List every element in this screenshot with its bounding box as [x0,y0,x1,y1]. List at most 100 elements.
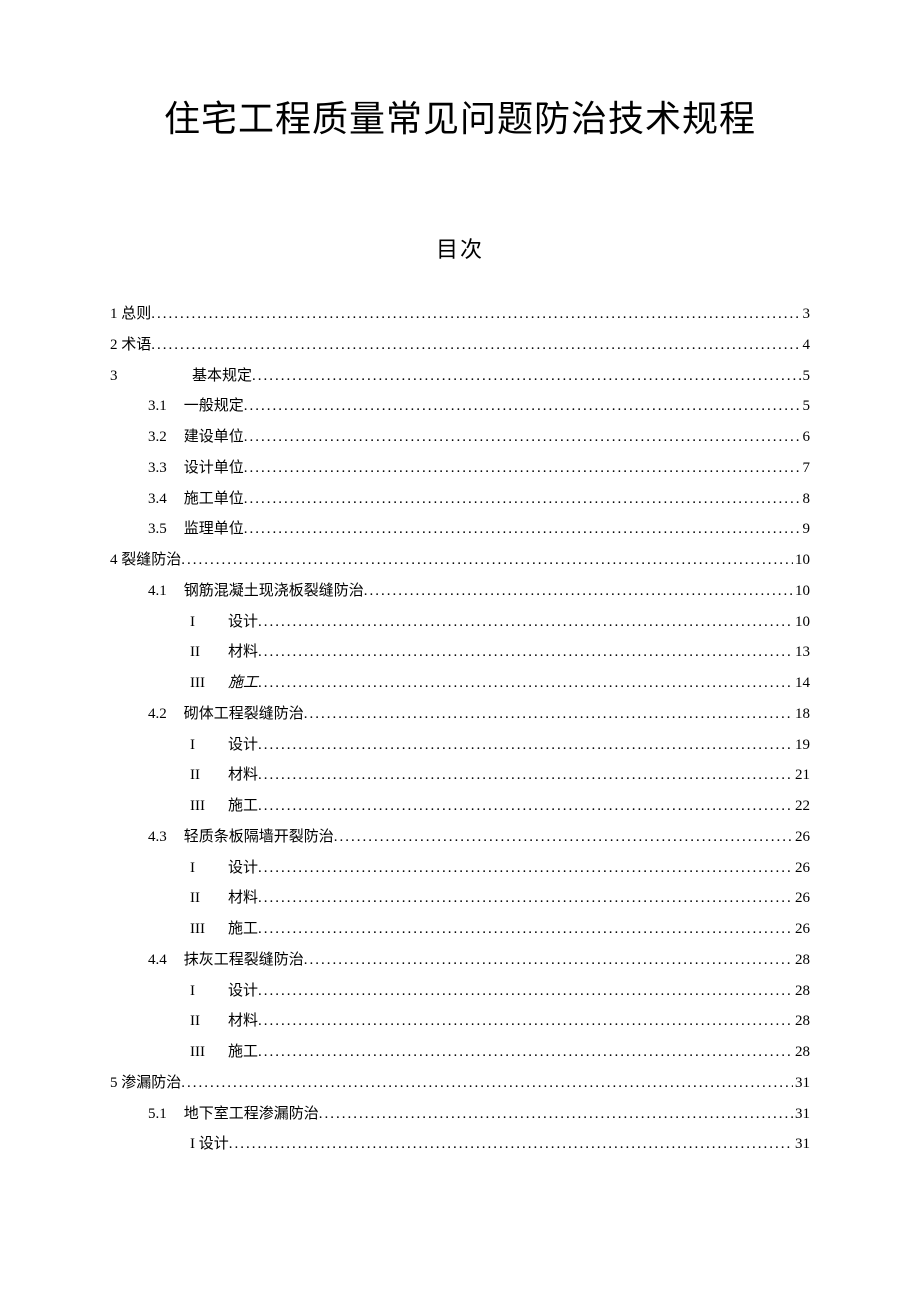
toc-entry: 4.1 钢筋混凝土现浇板裂缝防治 10 [110,576,810,607]
toc-leaders [258,637,793,668]
toc-entry: 2 术语 4 [110,330,810,361]
toc-leaders [244,422,801,453]
toc-page-number: 6 [801,422,811,453]
toc-label: II材料 [190,883,258,914]
toc-entry: 1 总则3 [110,299,810,330]
toc-entry: I设计 26 [110,853,810,884]
toc-page-number: 8 [801,484,811,515]
toc-entry: 3基本规定 5 [110,361,810,392]
toc-label: I设计 [190,730,258,761]
toc-entry: III施工14 [110,668,810,699]
toc-label: I设计 [190,976,258,1007]
toc-page-number: 4 [801,330,811,361]
document-title: 住宅工程质量常见问题防治技术规程 [110,90,810,142]
toc-label: 5 渗漏防治 [110,1068,181,1099]
toc-label: I设计 [190,853,258,884]
toc-leaders [334,822,793,853]
toc-label: 4 裂缝防治 [110,545,181,576]
toc-page-number: 31 [793,1068,810,1099]
toc-page-number: 31 [793,1129,810,1160]
toc-label: 2 术语 [110,330,151,361]
toc-entry: 4.2 砌体工程裂缝防治 18 [110,699,810,730]
toc-leaders [258,883,793,914]
toc-entry: II材料 28 [110,1006,810,1037]
toc-leaders [319,1099,793,1130]
toc-entry: 4.4 抹灰工程裂缝防治 28 [110,945,810,976]
toc-label: II材料 [190,760,258,791]
toc-leaders [258,1006,793,1037]
toc-label: 4.4 抹灰工程裂缝防治 [148,945,304,976]
toc-leaders [364,576,793,607]
toc-page-number: 26 [793,914,810,945]
toc-page-number: 19 [793,730,810,761]
toc-page-number: 5 [801,391,811,422]
toc-entry: III施工 28 [110,1037,810,1068]
toc-page-number: 26 [793,883,810,914]
toc-label: 3.1 一般规定 [148,391,244,422]
toc-label: III施工 [190,1037,258,1068]
toc-entry: I 设计 31 [110,1129,810,1160]
toc-entry: III施工 22 [110,791,810,822]
toc-page-number: 28 [793,1037,810,1068]
toc-entry: II材料 26 [110,883,810,914]
toc-page-number: 28 [793,945,810,976]
toc-leaders [258,668,793,699]
toc-entry: 4.3 轻质条板隔墙开裂防治 26 [110,822,810,853]
toc-label: I 设计 [190,1129,229,1160]
toc-entry: 5.1 地下室工程渗漏防治 31 [110,1099,810,1130]
toc-entry: 3.2 建设单位 6 [110,422,810,453]
toc-page-number: 10 [793,545,810,576]
toc-leaders [258,730,793,761]
toc-leaders [244,484,801,515]
toc-label: 3.3 设计单位 [148,453,244,484]
toc-label: 3.4 施工单位 [148,484,244,515]
toc-leaders [244,514,801,545]
toc-page-number: 10 [793,576,810,607]
toc-page-number: 3 [801,299,811,330]
toc-label: 4.3 轻质条板隔墙开裂防治 [148,822,334,853]
toc-leaders [258,853,793,884]
toc-label: III施工 [190,791,258,822]
toc-leaders [151,330,800,361]
toc-leaders [181,1068,793,1099]
toc-heading: 目次 [110,232,810,264]
toc-entry: II材料 21 [110,760,810,791]
toc-page-number: 9 [801,514,811,545]
toc-label: 3.2 建设单位 [148,422,244,453]
toc-page-number: 31 [793,1099,810,1130]
toc-page-number: 28 [793,1006,810,1037]
toc-page-number: 7 [801,453,811,484]
toc-entry: II材料13 [110,637,810,668]
toc-page-number: 5 [801,361,811,392]
toc-entry: 3.4 施工单位 8 [110,484,810,515]
toc-label: II材料 [190,637,258,668]
toc-leaders [304,945,793,976]
toc-page-number: 14 [793,668,810,699]
toc-leaders [258,914,793,945]
toc-entry: 3.3 设计单位 7 [110,453,810,484]
toc-leaders [252,361,800,392]
toc-page-number: 21 [793,760,810,791]
toc-entry: 5 渗漏防治 31 [110,1068,810,1099]
toc-leaders [258,760,793,791]
toc-entry: I设计10 [110,607,810,638]
toc-page-number: 18 [793,699,810,730]
toc-entry: 3.1 一般规定 5 [110,391,810,422]
toc-leaders [258,976,793,1007]
toc-label: 5.1 地下室工程渗漏防治 [148,1099,319,1130]
toc-label: II材料 [190,1006,258,1037]
toc-page-number: 10 [793,607,810,638]
toc-label: 4.1 钢筋混凝土现浇板裂缝防治 [148,576,364,607]
toc-page-number: 22 [793,791,810,822]
toc-leaders [229,1129,793,1160]
toc-leaders [258,791,793,822]
toc-leaders [151,299,800,330]
toc-label: 4.2 砌体工程裂缝防治 [148,699,304,730]
toc-leaders [258,607,793,638]
toc-page-number: 26 [793,853,810,884]
toc-entry: I设计 19 [110,730,810,761]
toc-label: III施工 [190,914,258,945]
toc-page-number: 28 [793,976,810,1007]
toc-entry: 4 裂缝防治 10 [110,545,810,576]
toc-entry: I设计 28 [110,976,810,1007]
